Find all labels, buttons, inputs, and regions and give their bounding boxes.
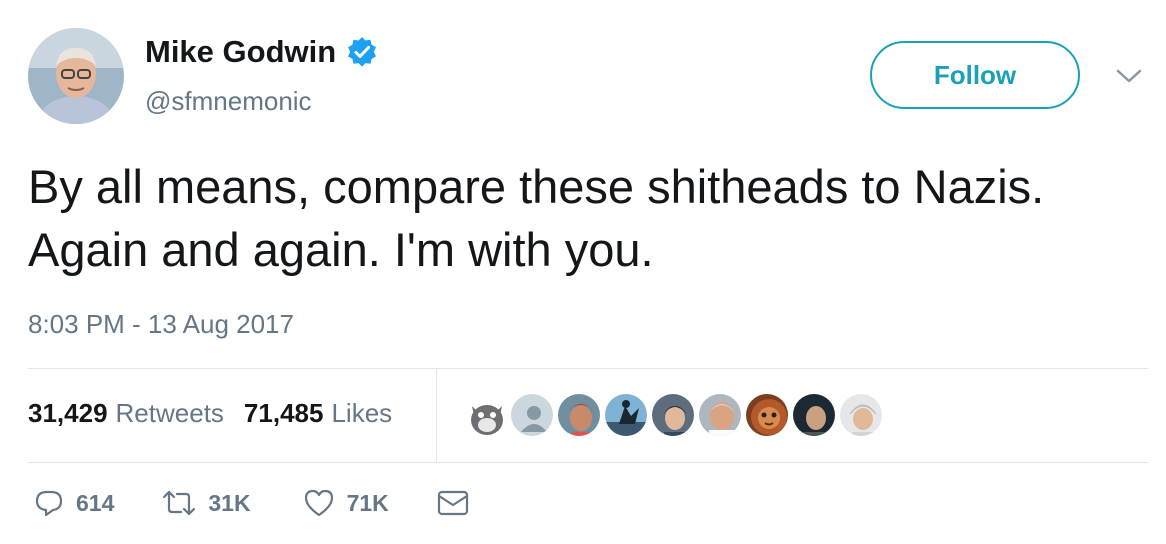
divider bbox=[436, 369, 437, 462]
likes-label: Likes bbox=[331, 398, 393, 428]
reply-count: 614 bbox=[76, 489, 115, 516]
retweet-button[interactable]: 31K bbox=[162, 489, 251, 517]
envelope-icon bbox=[437, 490, 469, 516]
retweet-count: 31K bbox=[208, 489, 251, 516]
chevron-down-icon[interactable] bbox=[1114, 64, 1144, 88]
heart-icon bbox=[303, 488, 335, 518]
retweets-stat[interactable]: 31,429 Retweets bbox=[28, 398, 224, 429]
liker-avatar[interactable] bbox=[509, 392, 555, 438]
liker-avatar[interactable] bbox=[556, 392, 602, 438]
liker-avatar[interactable] bbox=[697, 392, 743, 438]
author-name[interactable]: Mike Godwin bbox=[145, 34, 378, 70]
likes-stat[interactable]: 71,485 Likes bbox=[244, 398, 392, 429]
liker-avatar[interactable] bbox=[462, 392, 508, 438]
liker-avatar[interactable] bbox=[650, 392, 696, 438]
liker-avatar[interactable] bbox=[838, 392, 884, 438]
liker-avatar[interactable] bbox=[744, 392, 790, 438]
reply-icon bbox=[34, 488, 64, 518]
divider bbox=[28, 368, 1148, 369]
liker-avatars bbox=[462, 392, 885, 438]
liker-avatar[interactable] bbox=[603, 392, 649, 438]
tweet-stats: 31,429 Retweets 71,485 Likes bbox=[28, 398, 392, 429]
reply-button[interactable]: 614 bbox=[34, 488, 114, 518]
like-count: 71K bbox=[346, 489, 389, 516]
tweet-timestamp[interactable]: 8:03 PM - 13 Aug 2017 bbox=[28, 309, 294, 340]
likes-count: 71,485 bbox=[243, 398, 324, 428]
author-handle[interactable]: @sfmnemonic bbox=[145, 86, 312, 117]
author-name-text[interactable]: Mike Godwin bbox=[145, 34, 336, 70]
divider bbox=[28, 462, 1148, 463]
tweet-text: By all means, compare these shitheads to… bbox=[28, 160, 1045, 276]
liker-avatar[interactable] bbox=[791, 392, 837, 438]
like-button[interactable]: 71K bbox=[303, 488, 389, 518]
follow-button[interactable]: Follow bbox=[870, 41, 1080, 109]
direct-message-button[interactable] bbox=[437, 490, 469, 516]
retweet-icon bbox=[162, 489, 196, 517]
retweets-label: Retweets bbox=[115, 398, 224, 428]
verified-badge-icon bbox=[346, 36, 378, 68]
retweets-count: 31,429 bbox=[28, 398, 108, 428]
author-avatar[interactable] bbox=[28, 28, 124, 124]
tweet-actions: 614 31K 71K bbox=[34, 488, 509, 518]
